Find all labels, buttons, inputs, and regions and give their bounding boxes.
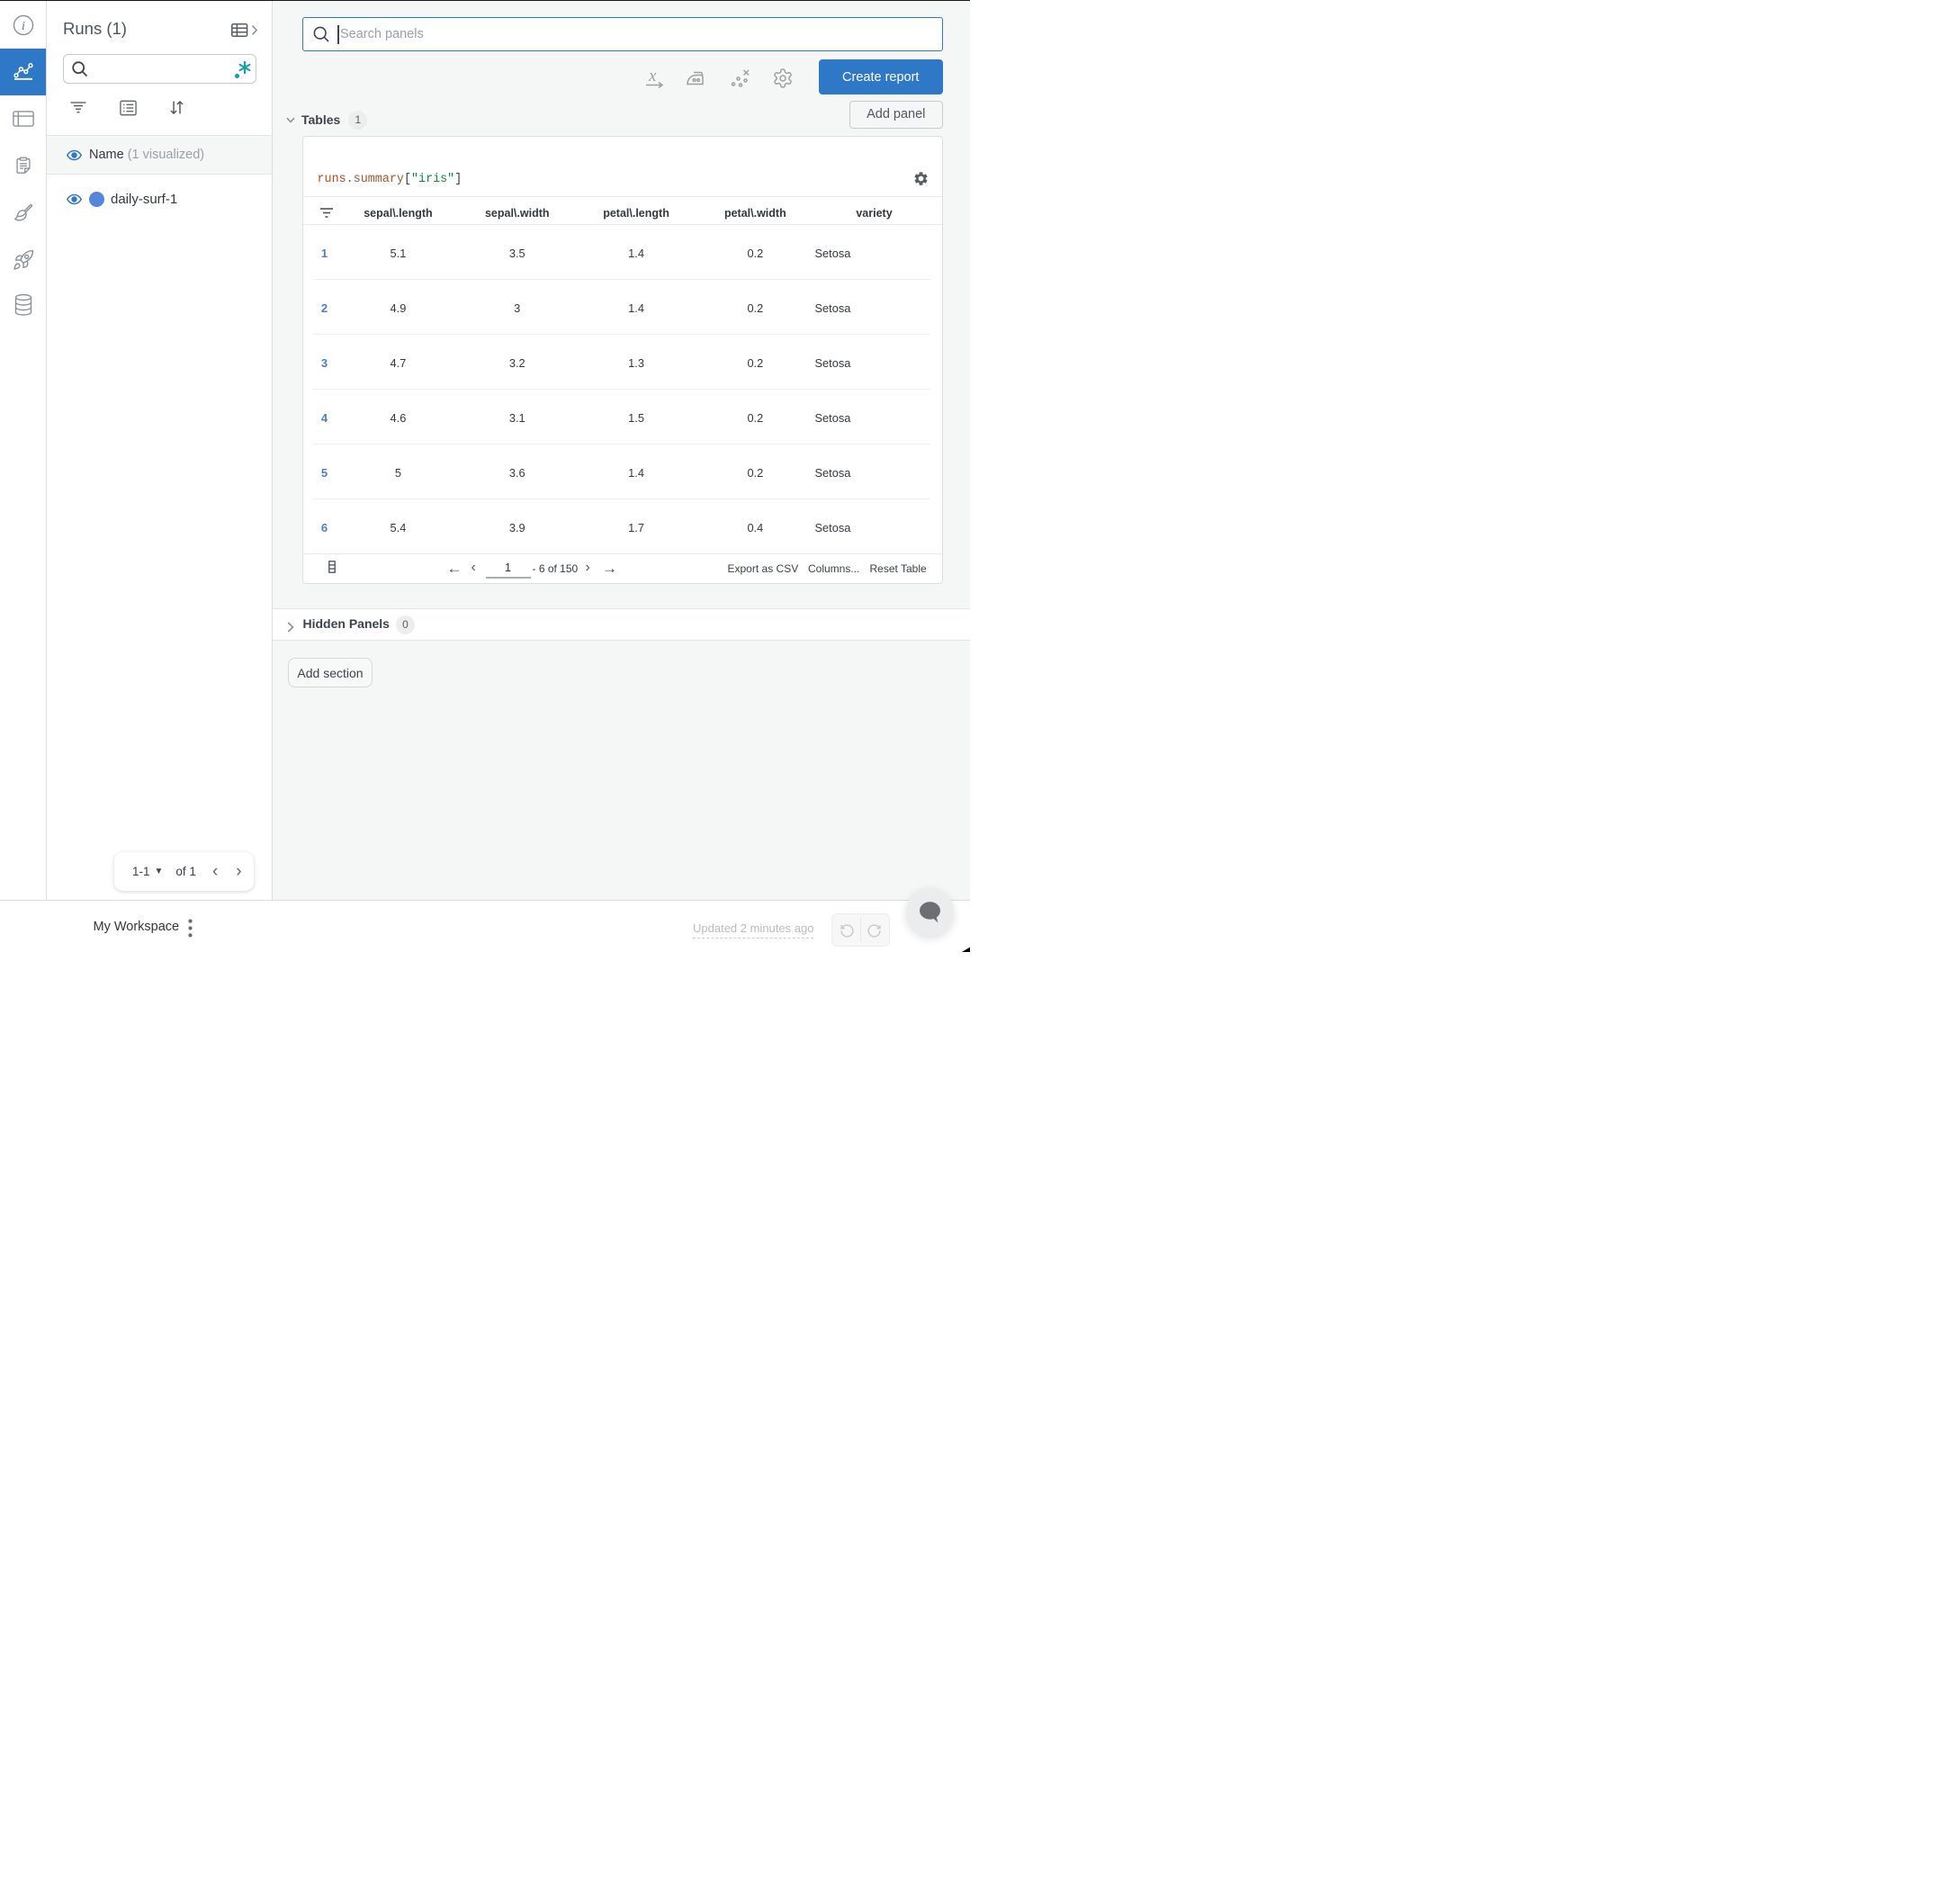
svg-text:i: i [22,20,25,33]
svg-text:x: x [648,67,657,85]
